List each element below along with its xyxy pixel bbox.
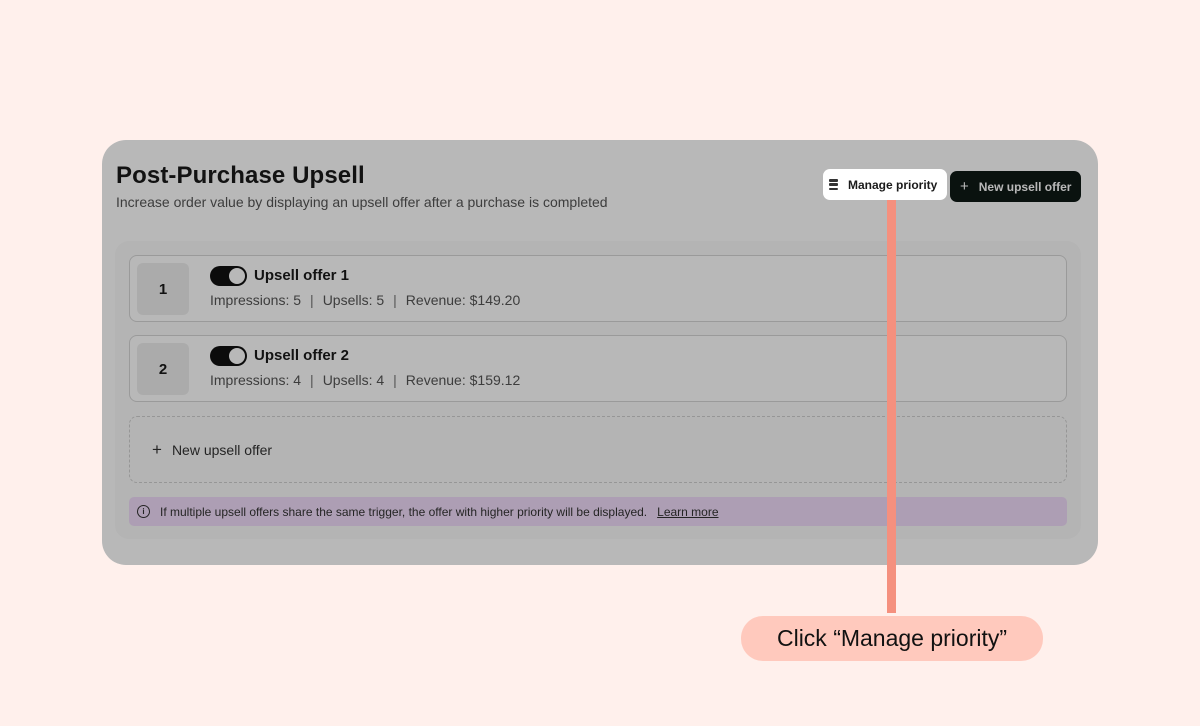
new-upsell-offer-button[interactable]: + New upsell offer bbox=[950, 171, 1081, 202]
pointer-line bbox=[887, 200, 896, 613]
offer-revenue: Revenue: $159.12 bbox=[405, 372, 521, 388]
instruction-hint: Click “Manage priority” bbox=[741, 616, 1043, 661]
info-icon: i bbox=[137, 505, 150, 518]
stats-separator: | bbox=[310, 292, 314, 308]
new-upsell-offer-row[interactable]: + New upsell offer bbox=[129, 416, 1067, 483]
offer-stats: Impressions: 5 | Upsells: 5 | Revenue: $… bbox=[210, 292, 520, 308]
page-title: Post-Purchase Upsell bbox=[116, 162, 365, 189]
offer-row[interactable]: 1 Upsell offer 1 Impressions: 5 | Upsell… bbox=[129, 255, 1067, 322]
new-upsell-offer-row-label: New upsell offer bbox=[171, 441, 273, 458]
offer-revenue: Revenue: $149.20 bbox=[405, 292, 521, 308]
offer-upsells: Upsells: 5 bbox=[322, 292, 385, 308]
page-subtitle: Increase order value by displaying an up… bbox=[116, 194, 608, 210]
offer-name: Upsell offer 2 bbox=[254, 347, 350, 364]
plus-icon: + bbox=[152, 440, 162, 459]
offer-upsells: Upsells: 4 bbox=[322, 372, 385, 388]
offer-toggle[interactable] bbox=[210, 266, 247, 286]
offer-rank: 1 bbox=[137, 263, 189, 315]
manage-priority-button[interactable]: Manage priority bbox=[823, 169, 947, 200]
offer-name: Upsell offer 1 bbox=[254, 267, 350, 284]
manage-priority-label: Manage priority bbox=[848, 177, 938, 192]
offer-row[interactable]: 2 Upsell offer 2 Impressions: 4 | Upsell… bbox=[129, 335, 1067, 402]
stats-separator: | bbox=[393, 292, 397, 308]
offer-stats: Impressions: 4 | Upsells: 4 | Revenue: $… bbox=[210, 372, 520, 388]
new-upsell-offer-label: New upsell offer bbox=[978, 179, 1072, 194]
offer-rank: 2 bbox=[137, 343, 189, 395]
stats-separator: | bbox=[393, 372, 397, 388]
priority-info-banner: i If multiple upsell offers share the sa… bbox=[129, 497, 1067, 526]
upsell-card: Post-Purchase Upsell Increase order valu… bbox=[102, 140, 1098, 565]
list-icon bbox=[829, 179, 838, 190]
plus-icon: + bbox=[960, 178, 969, 195]
offers-panel: 1 Upsell offer 1 Impressions: 5 | Upsell… bbox=[115, 241, 1081, 539]
banner-text: If multiple upsell offers share the same… bbox=[160, 504, 648, 519]
offer-impressions: Impressions: 4 bbox=[210, 372, 302, 388]
stats-separator: | bbox=[310, 372, 314, 388]
offer-impressions: Impressions: 5 bbox=[210, 292, 302, 308]
offer-toggle[interactable] bbox=[210, 346, 247, 366]
learn-more-link[interactable]: Learn more bbox=[657, 505, 718, 519]
